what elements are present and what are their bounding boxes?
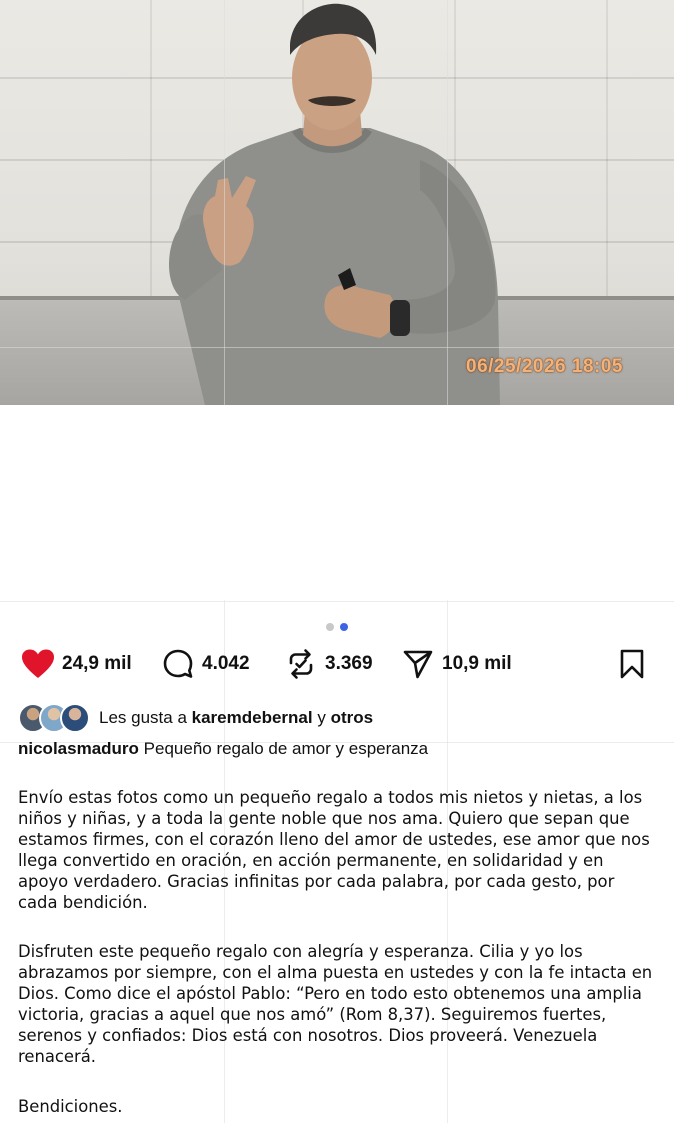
avatar	[60, 703, 90, 733]
post-title: Pequeño regalo de amor y esperanza	[143, 739, 429, 758]
repost-button[interactable]: 3.369	[283, 646, 373, 682]
username-link[interactable]: nicolasmaduro	[18, 739, 139, 758]
liked-by-connector: y	[317, 708, 326, 727]
carousel-indicator	[0, 618, 674, 636]
person-figure	[168, 3, 501, 405]
comment-button[interactable]: 4.042	[160, 646, 250, 682]
carousel-dot-active	[340, 623, 348, 631]
repost-icon[interactable]	[283, 646, 319, 682]
liked-by-prefix: Les gusta a	[99, 708, 187, 727]
like-button[interactable]: 24,9 mil	[20, 646, 132, 682]
like-count: 24,9 mil	[62, 653, 132, 674]
grid-line	[0, 347, 674, 348]
share-button[interactable]: 10,9 mil	[400, 646, 512, 682]
carousel-dot	[326, 623, 334, 631]
repost-count: 3.369	[325, 653, 373, 674]
heart-icon[interactable]	[20, 646, 56, 682]
share-count: 10,9 mil	[442, 653, 512, 674]
post-photo[interactable]: 06/25/2026 18:05	[0, 0, 674, 405]
action-bar: 24,9 mil 4.042 3.369 10,9 mil	[0, 642, 674, 688]
liked-by-row[interactable]: Les gusta a karemdebernal y otros	[18, 703, 373, 733]
divider	[0, 601, 674, 602]
liked-by-user-link[interactable]: karemdebernal	[192, 708, 313, 727]
send-icon[interactable]	[400, 646, 436, 682]
bookmark-icon[interactable]	[614, 646, 650, 682]
comment-count: 4.042	[202, 653, 250, 674]
caption-paragraph: Disfruten este pequeño regalo con alegrí…	[18, 942, 653, 1066]
caption-paragraph: Bendiciones.	[18, 1097, 123, 1116]
liked-by-others-link[interactable]: otros	[331, 708, 374, 727]
photo-padding	[0, 405, 674, 600]
comment-icon[interactable]	[160, 646, 196, 682]
liked-by-text: Les gusta a karemdebernal y otros	[99, 708, 373, 728]
save-button[interactable]	[614, 646, 650, 682]
photo-timestamp: 06/25/2026 18:05	[466, 356, 623, 377]
liker-avatars	[18, 703, 90, 733]
post-caption-header: nicolasmaduro Pequeño regalo de amor y e…	[18, 738, 658, 759]
caption-paragraph: Envío estas fotos como un pequeño regalo…	[18, 788, 650, 912]
